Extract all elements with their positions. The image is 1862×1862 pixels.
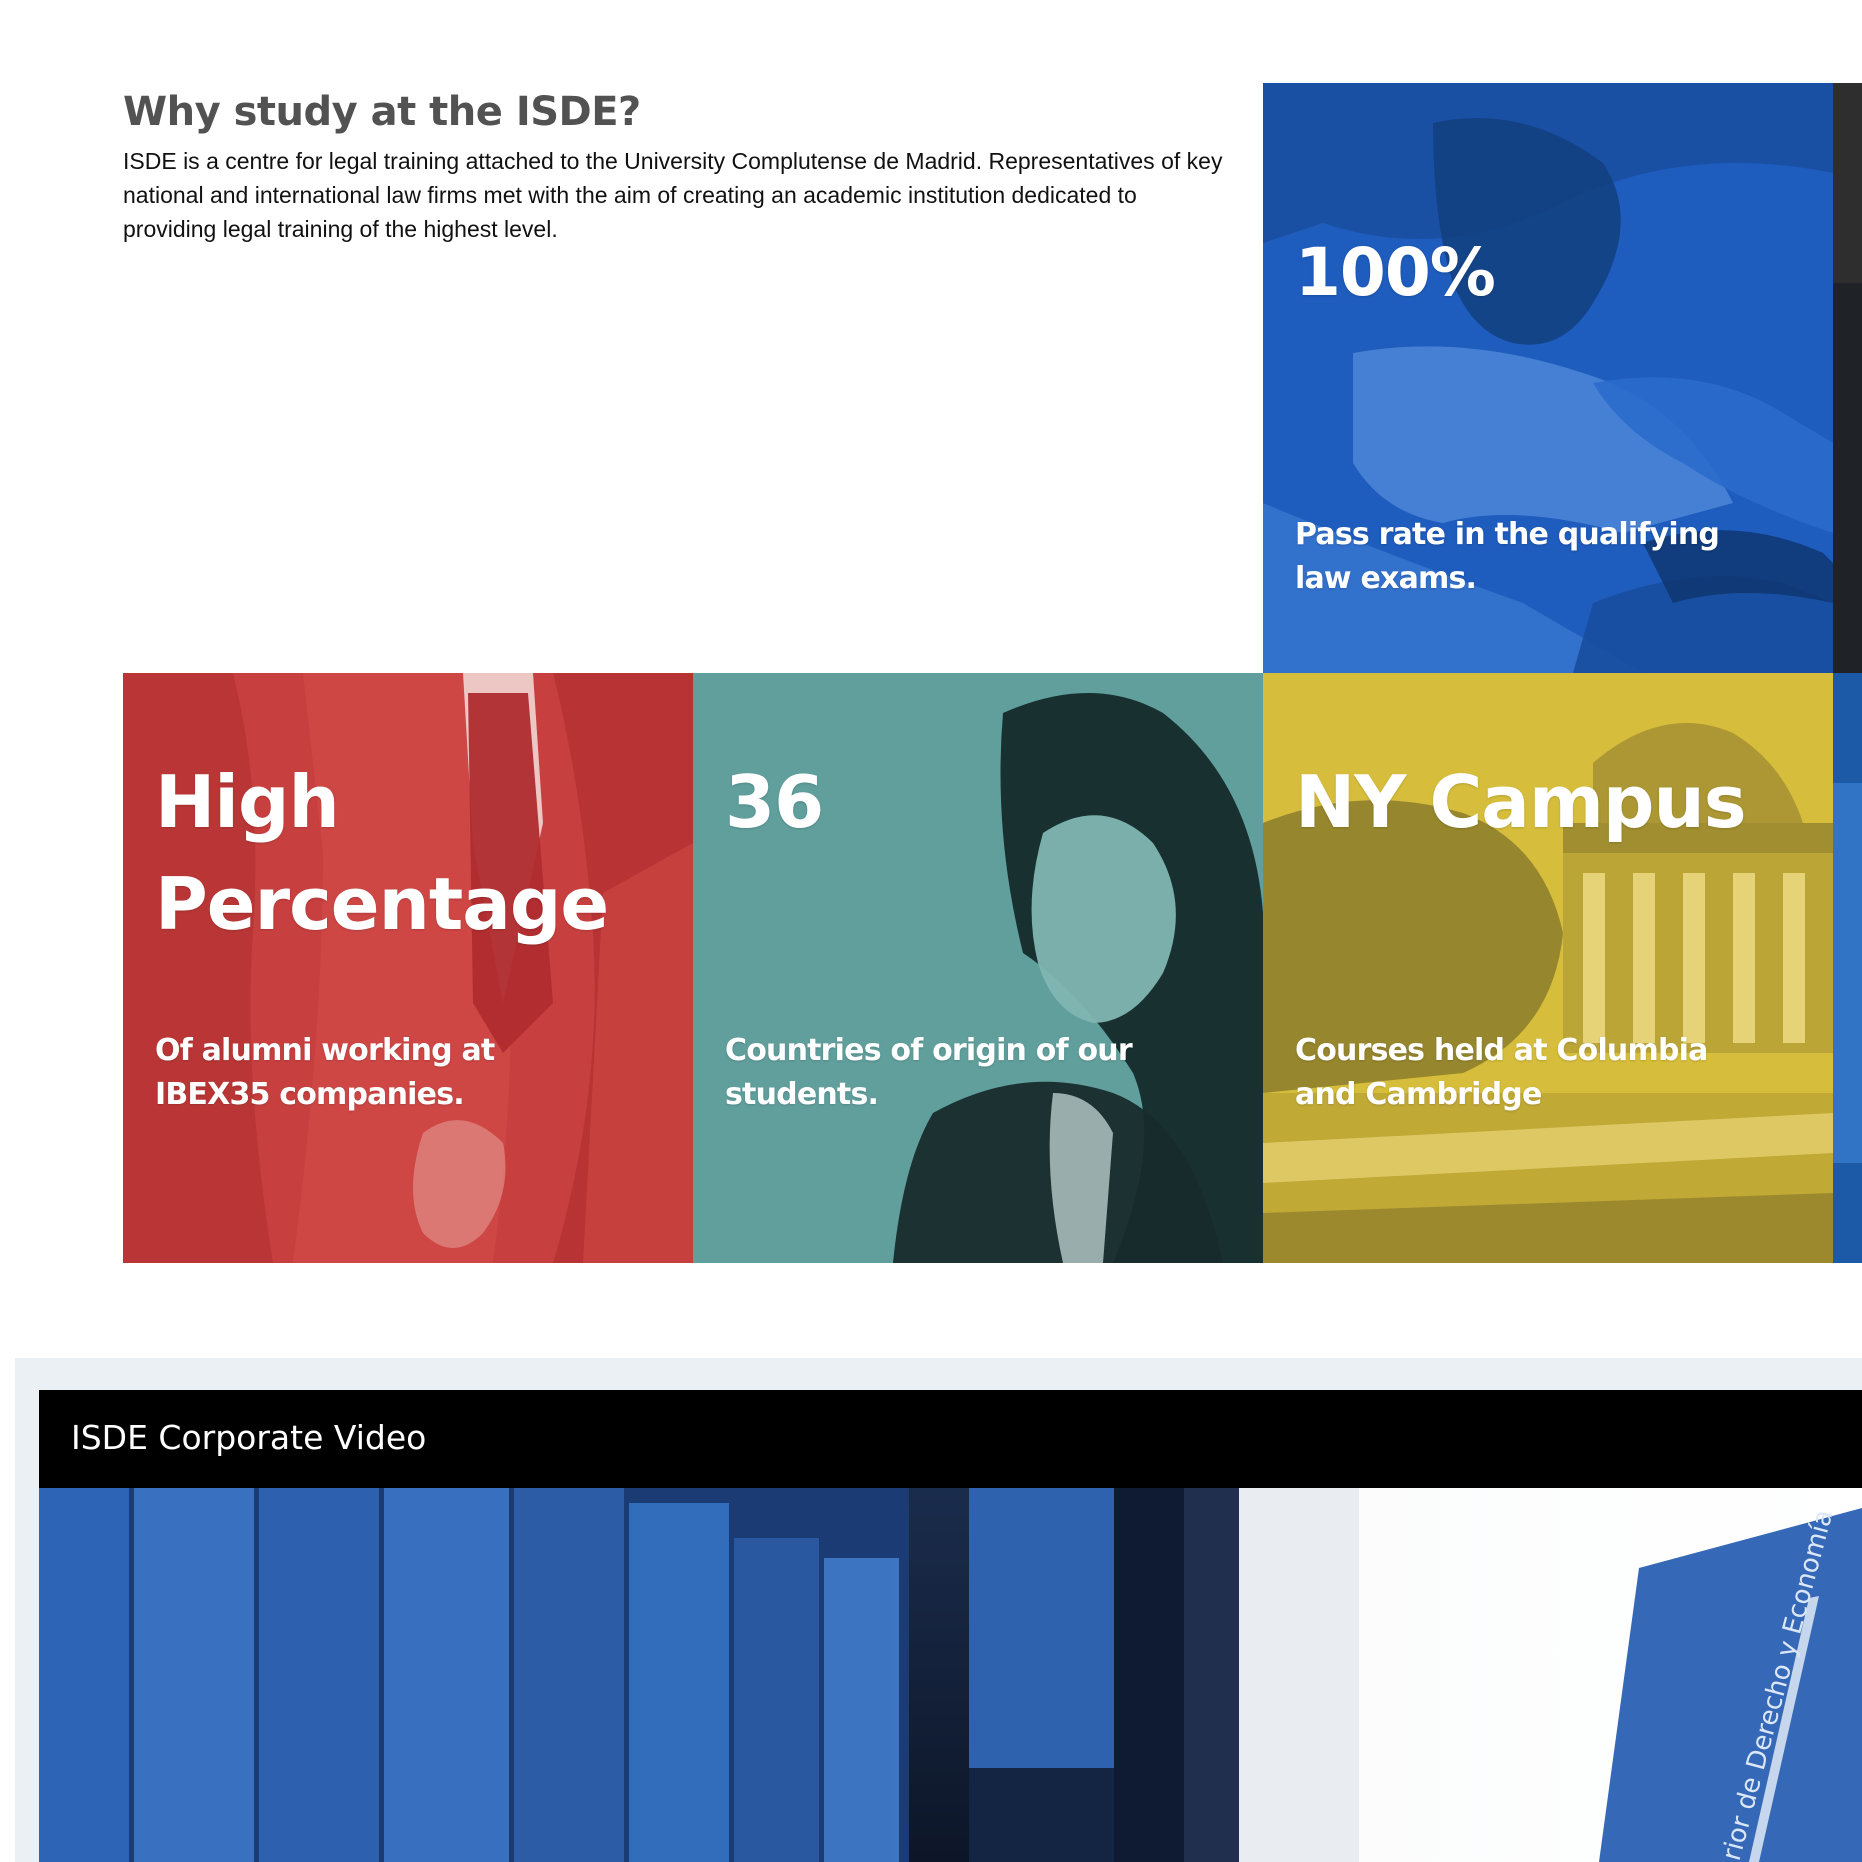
tile-caption: Of alumni working at IBEX35 companies. bbox=[155, 1033, 495, 1112]
tile-headline: High Percentage bbox=[155, 760, 609, 946]
video-title[interactable]: ISDE Corporate Video bbox=[71, 1416, 426, 1460]
video-player[interactable]: ISDE Corporate Video rior de Derecho y E… bbox=[39, 1390, 1862, 1862]
stat-tile-alumni[interactable]: High Percentage Of alumni working at IBE… bbox=[123, 673, 693, 1263]
tile-headline: NY Campus bbox=[1295, 760, 1747, 844]
tile-caption: Pass rate in the qualifying law exams. bbox=[1295, 517, 1720, 596]
stat-tile-countries[interactable]: 36 Countries of origin of our students. bbox=[693, 673, 1263, 1263]
tile-headline: 36 bbox=[725, 760, 824, 844]
tile-caption: Courses held at Columbia and Cambridge bbox=[1295, 1033, 1708, 1112]
section-title: Why study at the ISDE? bbox=[123, 89, 641, 135]
stat-tile-pass-rate[interactable]: 100% Pass rate in the qualifying law exa… bbox=[1263, 83, 1833, 673]
next-slide-image bbox=[1833, 83, 1862, 1263]
stat-tile-campus[interactable]: NY Campus Courses held at Columbia and C… bbox=[1263, 673, 1833, 1263]
intro-section: Why study at the ISDE? ISDE is a centre … bbox=[123, 86, 1233, 246]
page: Why study at the ISDE? ISDE is a centre … bbox=[0, 0, 1862, 1862]
carousel-next-slide-peek[interactable] bbox=[1833, 83, 1862, 1263]
intro-paragraph: ISDE is a centre for legal training atta… bbox=[123, 148, 1223, 242]
video-thumbnail[interactable]: rior de Derecho y Economía bbox=[39, 1488, 1862, 1862]
video-title-bar: ISDE Corporate Video bbox=[39, 1390, 1862, 1488]
video-section: ISDE Corporate Video rior de Derecho y E… bbox=[15, 1358, 1862, 1862]
tile-caption: Countries of origin of our students. bbox=[725, 1033, 1133, 1112]
tile-headline: 100% bbox=[1295, 234, 1496, 311]
